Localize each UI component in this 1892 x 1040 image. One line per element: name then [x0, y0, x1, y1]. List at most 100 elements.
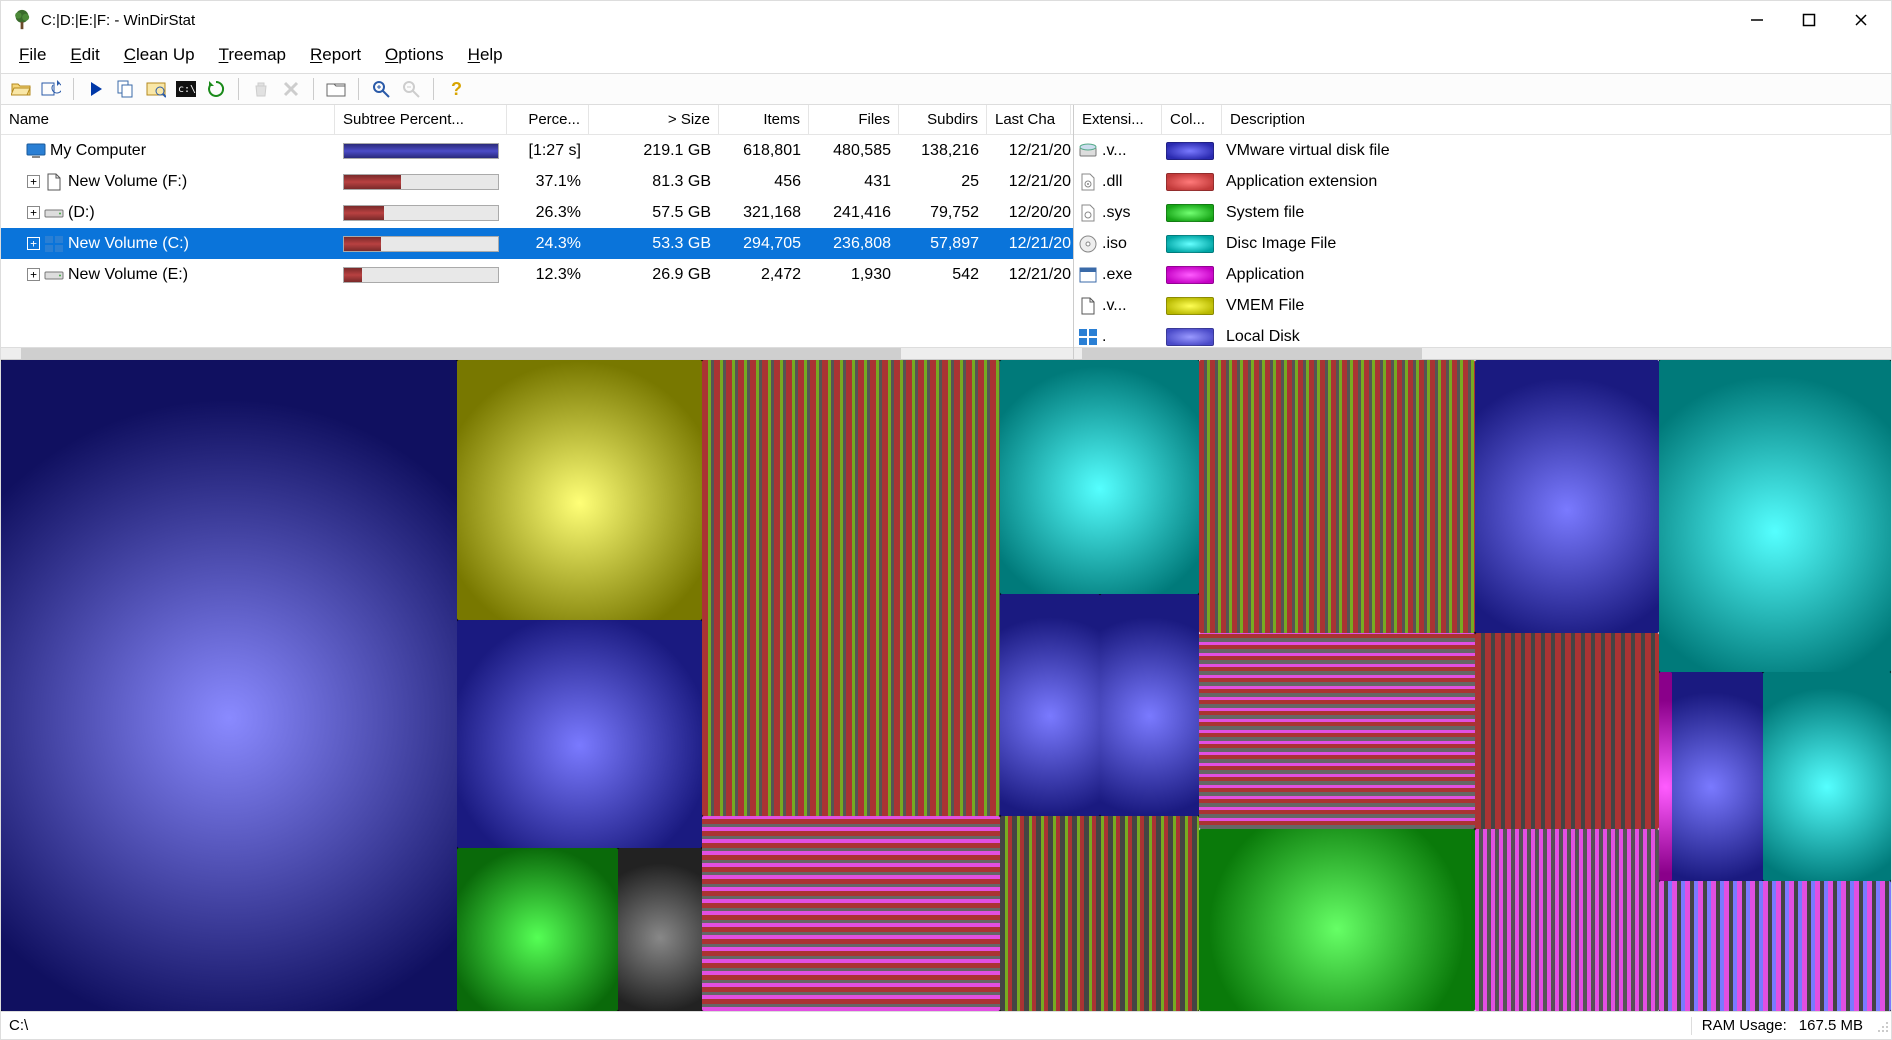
extension-row[interactable]: .v...VMEM File [1074, 290, 1891, 321]
ext-description: VMware virtual disk file [1222, 142, 1891, 160]
extension-row[interactable]: .v... VMware virtual disk file [1074, 135, 1891, 166]
color-swatch [1166, 266, 1214, 284]
extension-row[interactable]: . Local Disk [1074, 321, 1891, 347]
status-path: C:\ [1, 1017, 1691, 1034]
directory-list-header[interactable]: Name Subtree Percent... Perce... > Size … [1, 105, 1073, 135]
separator [73, 78, 74, 100]
close-button[interactable] [1835, 1, 1887, 39]
status-ram-label: RAM Usage: [1702, 1017, 1799, 1034]
minimize-button[interactable] [1731, 1, 1783, 39]
open-icon[interactable] [7, 75, 35, 103]
col-description[interactable]: Description [1222, 105, 1891, 134]
directory-list[interactable]: Name Subtree Percent... Perce... > Size … [1, 105, 1074, 359]
delete-recycle-icon[interactable] [247, 75, 275, 103]
computer-icon [26, 142, 46, 160]
menu-report[interactable]: Report [300, 43, 371, 67]
col-name[interactable]: Name [1, 105, 335, 134]
ext-name: .iso [1102, 235, 1127, 253]
color-swatch [1166, 204, 1214, 222]
row-subdirs: 542 [899, 266, 987, 284]
directory-row[interactable]: +(D:)26.3%57.5 GB321,168241,41679,75212/… [1, 197, 1073, 228]
expand-icon[interactable]: + [27, 175, 40, 188]
vmdk-icon [1078, 142, 1098, 160]
zoom-out-icon[interactable] [397, 75, 425, 103]
extension-scrollbar[interactable] [1074, 347, 1891, 359]
col-subdirs[interactable]: Subdirs [899, 105, 987, 134]
expand-icon[interactable]: + [27, 206, 40, 219]
color-swatch [1166, 297, 1214, 315]
ext-name: .v... [1102, 142, 1127, 160]
color-swatch [1166, 173, 1214, 191]
treemap-drive-e[interactable] [1659, 360, 1891, 1011]
empty-folder-icon[interactable] [322, 75, 350, 103]
expand-icon[interactable]: + [27, 268, 40, 281]
treemap[interactable] [1, 360, 1891, 1011]
col-files[interactable]: Files [809, 105, 899, 134]
row-name: My Computer [50, 142, 146, 160]
directory-row[interactable]: +New Volume (C:)24.3%53.3 GB294,705236,8… [1, 228, 1073, 259]
resize-grip-icon[interactable] [1875, 1019, 1889, 1033]
row-items: 294,705 [719, 235, 809, 253]
directory-row[interactable]: +New Volume (E:)12.3%26.9 GB2,4721,93054… [1, 259, 1073, 290]
menu-file[interactable]: File [9, 43, 56, 67]
col-percent[interactable]: Perce... [507, 105, 589, 134]
extension-row[interactable]: .isoDisc Image File [1074, 228, 1891, 259]
ext-description: Local Disk [1222, 328, 1891, 346]
col-subtree[interactable]: Subtree Percent... [335, 105, 507, 134]
extension-list[interactable]: Extensi... Col... Description .v... VMwar… [1074, 105, 1891, 359]
menu-options[interactable]: Options [375, 43, 454, 67]
menu-treemap[interactable]: Treemap [209, 43, 296, 67]
separator [313, 78, 314, 100]
ext-name: . [1102, 328, 1106, 346]
file-icon [44, 173, 64, 191]
row-items: 456 [719, 173, 809, 191]
directory-row[interactable]: +New Volume (F:)37.1%81.3 GB4564312512/2… [1, 166, 1073, 197]
copy-icon[interactable] [112, 75, 140, 103]
treemap-drive-f[interactable] [1, 360, 702, 1011]
extension-row[interactable]: .dllApplication extension [1074, 166, 1891, 197]
delete-icon[interactable] [277, 75, 305, 103]
extension-row[interactable]: .sys System file [1074, 197, 1891, 228]
row-subdirs: 79,752 [899, 204, 987, 222]
ext-name: .sys [1102, 204, 1130, 222]
explorer-icon[interactable] [142, 75, 170, 103]
separator [433, 78, 434, 100]
status-bar: C:\ RAM Usage: 167.5 MB [1, 1011, 1891, 1039]
row-percent: 24.3% [507, 235, 589, 253]
directory-scrollbar[interactable] [1, 347, 1073, 359]
svg-text:?: ? [451, 80, 462, 98]
ext-description: System file [1222, 204, 1891, 222]
row-lastchange: 12/20/20 [987, 204, 1073, 222]
col-size[interactable]: > Size [589, 105, 719, 134]
refresh-all-icon[interactable] [37, 75, 65, 103]
treemap-drive-d[interactable] [702, 360, 1199, 1011]
percent-bar [343, 143, 499, 159]
menu-cleanup[interactable]: Clean Up [114, 43, 205, 67]
row-size: 219.1 GB [589, 142, 719, 160]
play-icon[interactable] [82, 75, 110, 103]
menu-help[interactable]: Help [458, 43, 513, 67]
expand-icon[interactable]: + [27, 237, 40, 250]
extension-list-header[interactable]: Extensi... Col... Description [1074, 105, 1891, 135]
percent-bar [343, 174, 499, 190]
zoom-in-icon[interactable] [367, 75, 395, 103]
col-color[interactable]: Col... [1162, 105, 1222, 134]
col-items[interactable]: Items [719, 105, 809, 134]
row-percent: 37.1% [507, 173, 589, 191]
console-icon[interactable]: c:\ [172, 75, 200, 103]
refresh-icon[interactable] [202, 75, 230, 103]
treemap-drive-c[interactable] [1199, 360, 1658, 1011]
row-subdirs: 25 [899, 173, 987, 191]
menu-bar: File Edit Clean Up Treemap Report Option… [1, 39, 1891, 73]
extension-row[interactable]: .exeApplication [1074, 259, 1891, 290]
ext-name: .v... [1102, 297, 1127, 315]
row-items: 321,168 [719, 204, 809, 222]
col-lastchange[interactable]: Last Cha [987, 105, 1071, 134]
help-icon[interactable]: ? [442, 75, 470, 103]
menu-edit[interactable]: Edit [60, 43, 109, 67]
col-extension[interactable]: Extensi... [1074, 105, 1162, 134]
svg-text:c:\: c:\ [178, 84, 196, 95]
iso-icon [1078, 235, 1098, 253]
directory-row[interactable]: My Computer[1:27 s]219.1 GB618,801480,58… [1, 135, 1073, 166]
maximize-button[interactable] [1783, 1, 1835, 39]
